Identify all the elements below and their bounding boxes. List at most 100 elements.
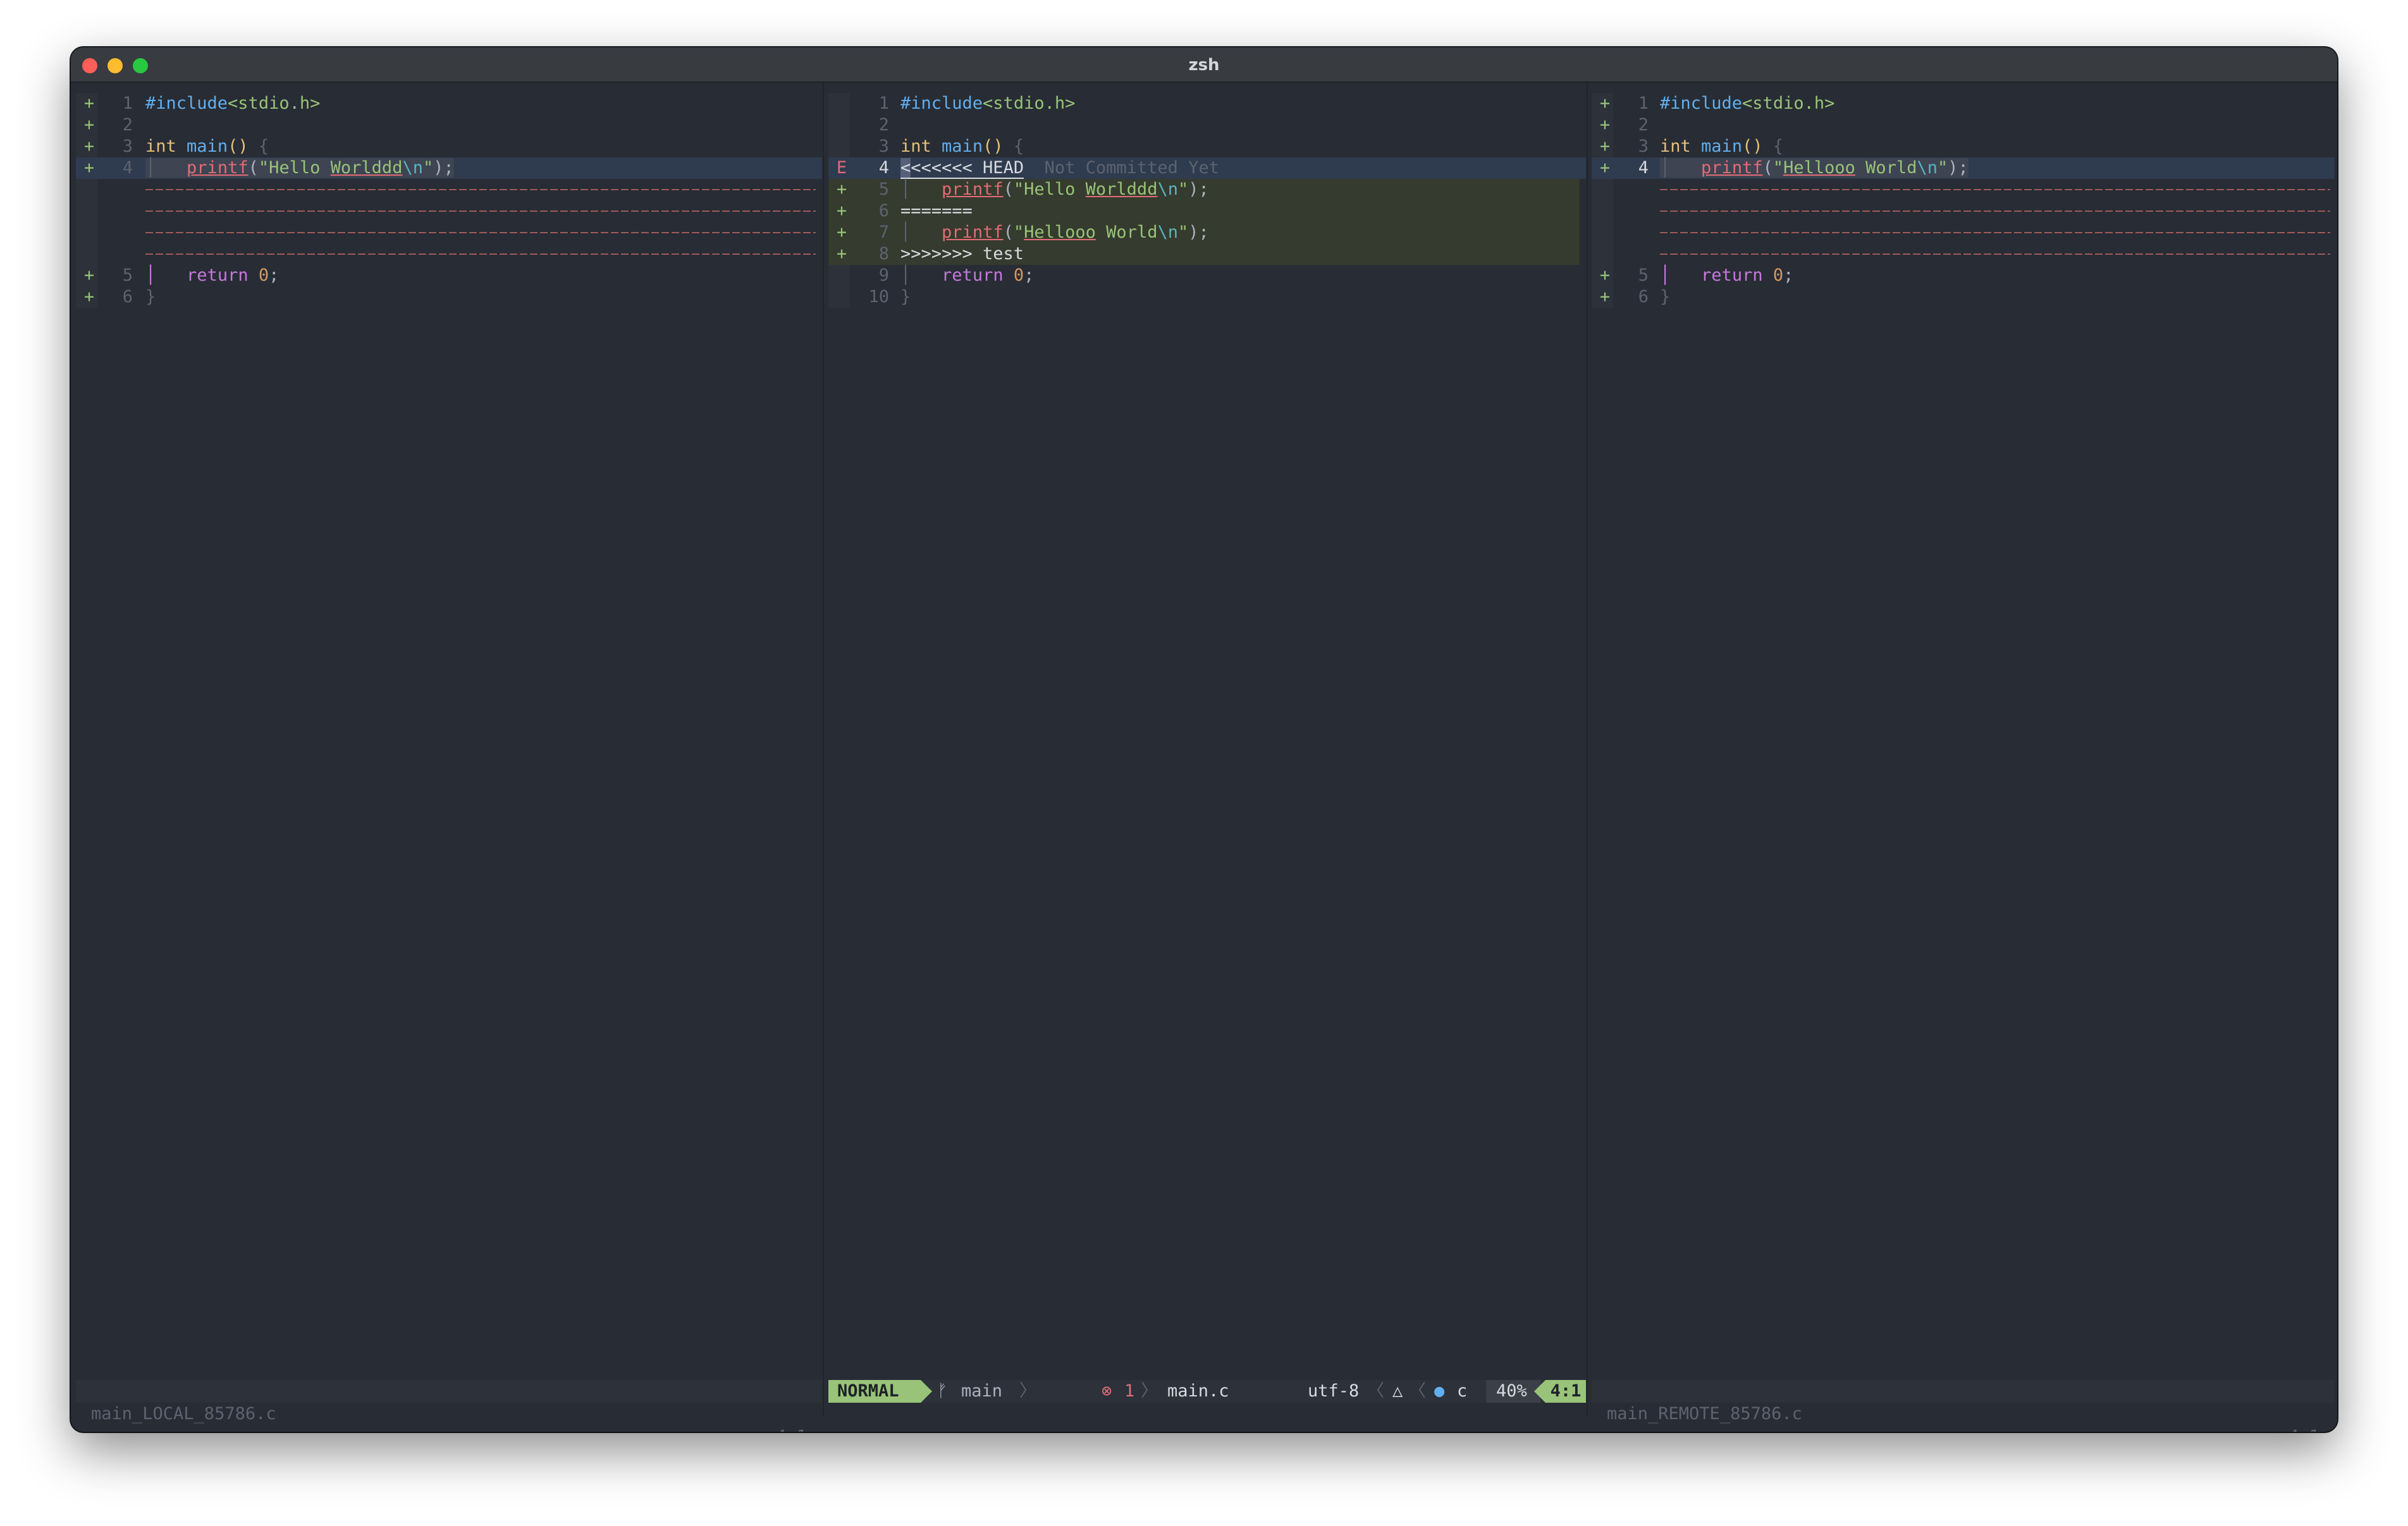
statusline-filename: main.c	[1167, 1381, 1229, 1401]
scroll-percent: 40%	[1486, 1380, 1540, 1403]
statusline-position: 4:1	[776, 1425, 807, 1432]
line-number: 2	[878, 115, 889, 135]
cursor-line[interactable]: +4 │ printf("Hello Worlddd\n");	[76, 157, 822, 179]
line-number: 5	[878, 180, 889, 199]
added-sign: +	[1599, 137, 1611, 156]
diff-filler-line	[1660, 222, 2330, 243]
git-branch: main	[961, 1381, 1003, 1401]
code-line[interactable]: +2	[76, 114, 822, 136]
diff-filler-line	[145, 179, 816, 200]
added-sign: +	[1599, 266, 1611, 285]
line-number: 5	[1638, 266, 1649, 285]
merged-statusline: NORMAL ᚠ main 〉 ⊗ 1 〉 main.c utf-8 〈 △ 〈…	[828, 1380, 1586, 1403]
statusline-filename: main_LOCAL_85786.c	[91, 1404, 276, 1424]
added-sign: +	[836, 244, 847, 264]
cursor-line[interactable]: E 4 <<<<<<< HEAD Not Committed Yet	[828, 157, 1586, 179]
code-line[interactable]: +1 #include<stdio.h>	[76, 93, 822, 114]
line-number: 4	[1638, 158, 1649, 178]
code-line[interactable]: +6}	[76, 286, 822, 308]
added-sign: +	[1599, 158, 1611, 178]
added-sign: +	[83, 137, 95, 156]
line-number: 6	[122, 287, 133, 307]
statusline-position: 4:1	[1545, 1380, 1586, 1403]
line-number: 8	[878, 244, 889, 264]
git-blame-virtual-text: Not Committed Yet	[1044, 158, 1219, 178]
added-sign: +	[83, 287, 95, 307]
diff-filler-line	[1660, 243, 2330, 265]
cursor-line[interactable]: +4 │ printf("Hellooo World\n");	[1592, 157, 2335, 179]
local-statusline: main_LOCAL_85786.c 4:1	[76, 1380, 822, 1432]
diff-filler-line	[145, 222, 816, 243]
line-number: 1	[122, 94, 133, 113]
code-line[interactable]: 3 int main() {	[828, 136, 1586, 157]
line-number: 3	[1638, 137, 1649, 156]
code-line[interactable]: 1 #include<stdio.h>	[828, 93, 1586, 114]
line-number: 7	[878, 223, 889, 242]
line-number: 2	[122, 115, 133, 135]
chevron-right-icon: 〉	[1019, 1381, 1036, 1401]
terminal-window: zsh +1 #include<stdio.h> +2 +3 int main() …	[71, 47, 2337, 1432]
line-number: 2	[1638, 115, 1649, 135]
error-sign: E	[836, 158, 847, 178]
code-line[interactable]: 10}	[828, 286, 1586, 308]
line-number: 9	[878, 266, 889, 285]
code-line[interactable]: 9 │ return 0;	[828, 265, 1586, 286]
split-divider[interactable]	[1587, 83, 1588, 1417]
conflict-line[interactable]: +5 │ printf("Hello Worlddd\n");	[828, 179, 1580, 200]
added-sign: +	[836, 180, 847, 199]
remote-statusline: main_REMOTE_85786.c 4:1	[1592, 1380, 2335, 1432]
line-number: 5	[122, 266, 133, 285]
line-number: 4	[122, 158, 133, 178]
added-sign: +	[1599, 287, 1611, 307]
code-line[interactable]: +3 int main() {	[1592, 136, 2335, 157]
code-line[interactable]: +1 #include<stdio.h>	[1592, 93, 2335, 114]
diff-filler-line	[1660, 179, 2330, 200]
conflict-line[interactable]: +6 =======	[828, 200, 1580, 222]
chevron-left-icon: 〈	[1409, 1381, 1426, 1401]
code-line[interactable]: 2	[828, 114, 1586, 136]
line-number: 10	[868, 287, 889, 307]
added-sign: +	[83, 115, 95, 135]
local-pane[interactable]: +1 #include<stdio.h> +2 +3 int main() { +4…	[76, 93, 822, 1418]
error-circle-icon: ⊗	[1102, 1381, 1112, 1401]
title-bar: zsh	[71, 47, 2337, 83]
line-number: 1	[878, 94, 889, 113]
code-line[interactable]: +6}	[1592, 286, 2335, 308]
conflict-line[interactable]: +8 >>>>>>> test	[828, 243, 1580, 265]
statusline-position: 4:1	[2288, 1425, 2319, 1432]
mode-indicator: NORMAL	[828, 1380, 921, 1403]
split-divider[interactable]	[823, 83, 824, 1417]
added-sign: +	[83, 94, 95, 113]
added-sign: +	[83, 158, 95, 178]
remote-pane[interactable]: +1 #include<stdio.h> +2 +3 int main() { +4…	[1592, 93, 2335, 1418]
position-separator	[1534, 1380, 1545, 1403]
window-title: zsh	[1188, 56, 1220, 75]
mode-separator	[921, 1380, 932, 1403]
added-sign: +	[836, 223, 847, 242]
added-sign: +	[836, 201, 847, 221]
conflict-line[interactable]: +7 │ printf("Hellooo World\n");	[828, 222, 1580, 243]
file-type: c	[1457, 1381, 1468, 1401]
chevron-right-icon: 〉	[1141, 1381, 1158, 1401]
line-number: 1	[1638, 94, 1649, 113]
statusline-filename: main_REMOTE_85786.c	[1607, 1404, 1802, 1424]
added-sign: +	[1599, 94, 1611, 113]
line-number: 3	[878, 137, 889, 156]
chevron-left-icon: 〈	[1367, 1381, 1384, 1401]
code-line[interactable]: +5 │ return 0;	[1592, 265, 2335, 286]
git-branch-icon: ᚠ	[937, 1381, 948, 1401]
code-line[interactable]: +5 │ return 0;	[76, 265, 822, 286]
code-line[interactable]: +2	[1592, 114, 2335, 136]
line-number: 3	[122, 137, 133, 156]
code-line[interactable]: +3 int main() {	[76, 136, 822, 157]
linux-icon: △	[1392, 1381, 1403, 1401]
line-number: 4	[878, 158, 889, 178]
diagnostic-error-count: 1	[1124, 1381, 1135, 1401]
file-encoding: utf-8	[1308, 1381, 1360, 1401]
line-number: 6	[1638, 287, 1649, 307]
diff-filler-line	[1660, 200, 2330, 222]
c-language-icon: ●	[1434, 1381, 1445, 1401]
diff-filler-line	[145, 200, 816, 222]
merged-pane[interactable]: 1 #include<stdio.h> 2 3 int main() { E 4 <<<…	[828, 93, 1586, 1418]
diff-filler-line	[145, 243, 816, 265]
